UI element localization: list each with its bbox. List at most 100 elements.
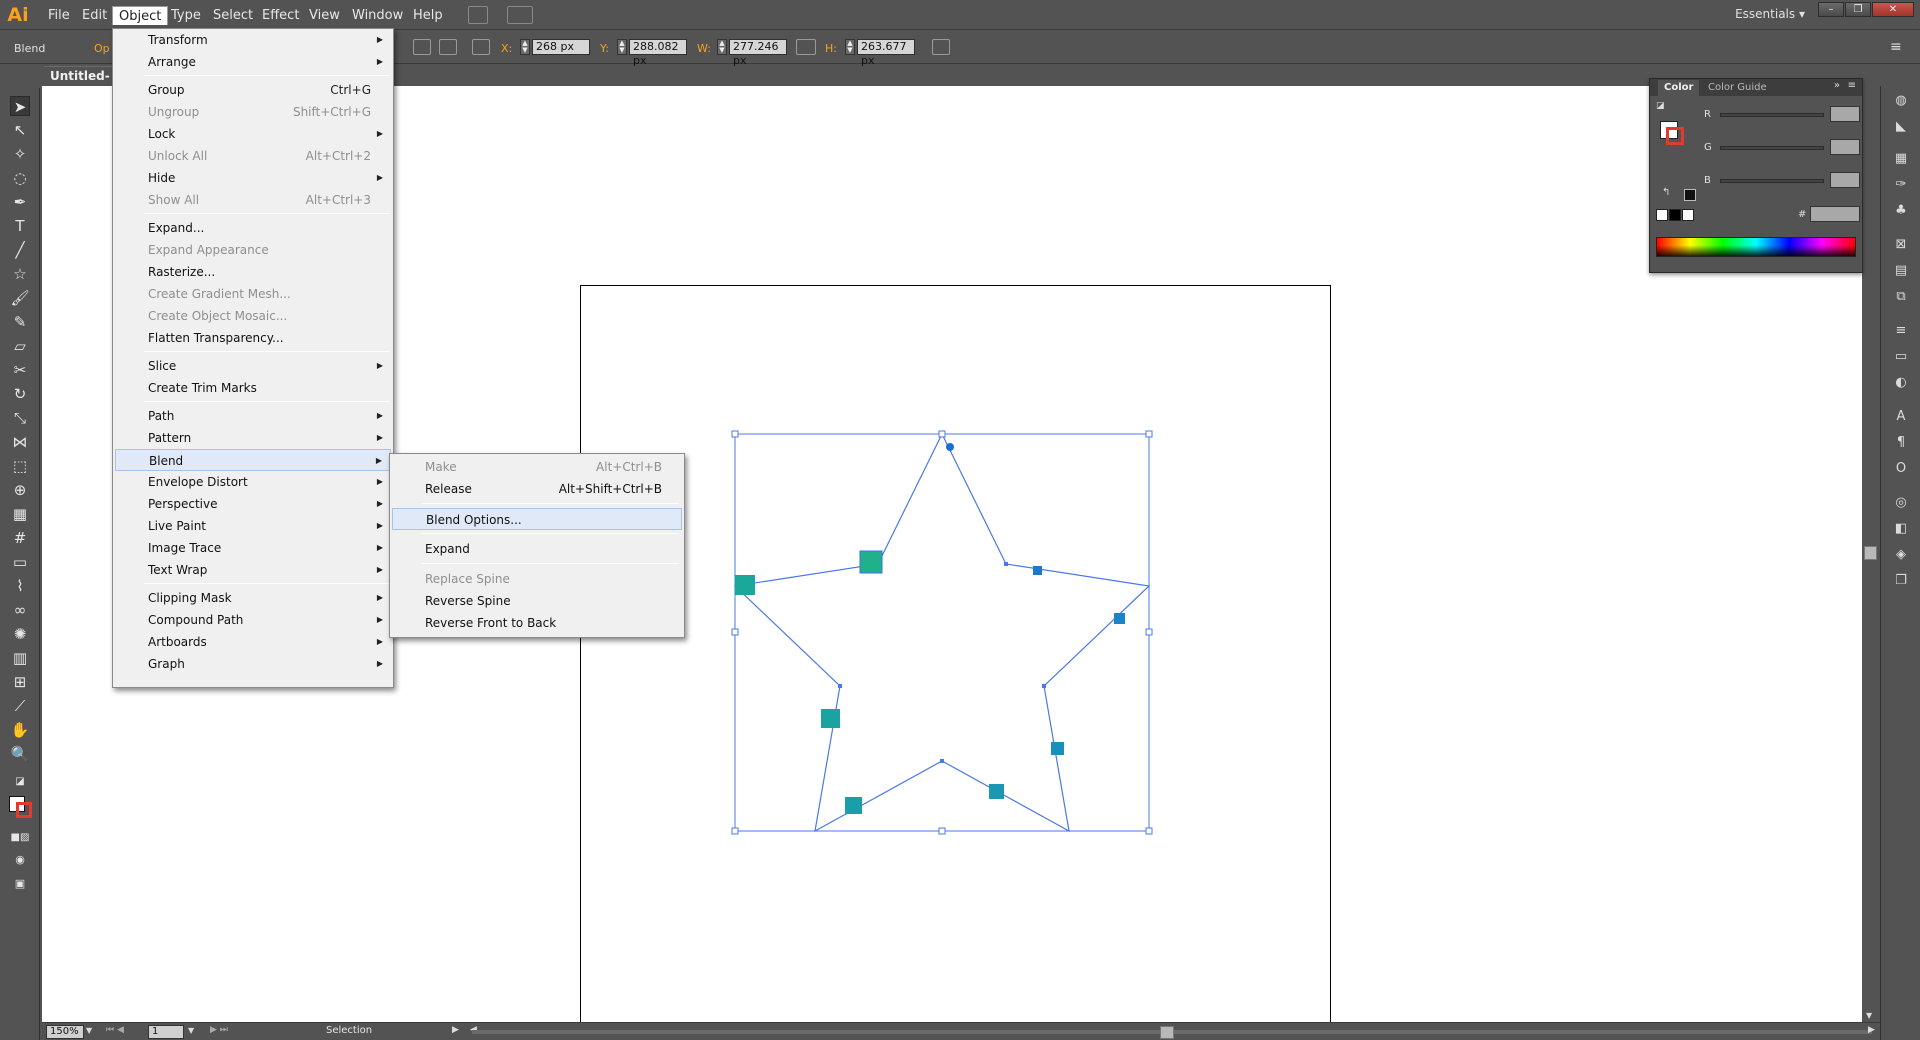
width-tool-icon[interactable]: ⋈ [10,432,30,452]
color-guide-panel-icon[interactable]: ◣ [1892,118,1910,136]
object-menu-item-graph[interactable]: Graph ▶ [115,653,391,675]
star-tool-icon[interactable]: ☆ [10,264,30,284]
stroke-swatch[interactable] [16,802,32,818]
artboards-panel-icon[interactable]: ❐ [1892,572,1910,590]
scissors-tool-icon[interactable]: ✂ [10,360,30,380]
mesh-tool-icon[interactable]: # [10,528,30,548]
menu-edit[interactable]: Edit [76,6,113,25]
object-menu-item-live-paint[interactable]: Live Paint ▶ [115,515,391,537]
color-mode-icons[interactable]: ■▨ [10,828,30,848]
appearance-panel-icon[interactable]: ◎ [1892,494,1910,512]
blend-menu-item-release[interactable]: Release Alt+Shift+Ctrl+B [392,478,682,500]
menu-object[interactable]: Object [112,6,169,25]
default-colors-icon[interactable]: ◪ [1656,101,1665,111]
arrange-documents-icon[interactable] [507,6,533,24]
transparency-panel-icon[interactable]: ◐ [1892,374,1910,392]
document-tab[interactable]: Untitled-1* [44,66,116,101]
object-menu-item-blend[interactable]: Blend ▶ [115,449,391,471]
object-menu-item-flatten-transparency[interactable]: Flatten Transparency... [115,327,391,349]
channel-b-slider[interactable] [1720,179,1824,183]
zoom-tool-icon[interactable]: 🔍 [10,744,30,764]
artboard-tool-icon[interactable]: ⊞ [10,672,30,692]
blend-menu-item-reverse-front-to-back[interactable]: Reverse Front to Back [392,612,682,634]
close-button[interactable]: ✕ [1872,2,1914,17]
free-transform-tool-icon[interactable]: ⬚ [10,456,30,476]
menu-type[interactable]: Type [165,6,207,25]
object-menu-item-path[interactable]: Path ▶ [115,405,391,427]
object-menu-item-arrange[interactable]: Arrange ▶ [115,51,391,73]
brushes-panel-icon[interactable]: ✑ [1892,176,1910,194]
object-menu-item-lock[interactable]: Lock ▶ [115,123,391,145]
object-menu-item-image-trace[interactable]: Image Trace ▶ [115,537,391,559]
line-tool-icon[interactable]: ╱ [10,240,30,260]
restore-button[interactable]: ❐ [1845,2,1871,17]
lasso-tool-icon[interactable]: ◌ [10,168,30,188]
stroke-panel-icon[interactable]: ≡ [1892,322,1910,340]
artboard-nav-next-icon[interactable]: ▶ ⏭ [210,1025,228,1035]
magic-wand-tool-icon[interactable]: ✧ [10,144,30,164]
object-menu-item-pattern[interactable]: Pattern ▶ [115,427,391,449]
vertical-scrollbar[interactable]: ▼ [1862,86,1880,1022]
menu-help[interactable]: Help [407,6,449,25]
symbols-panel-icon[interactable]: ♣ [1892,202,1910,220]
hand-tool-icon[interactable]: ✋ [10,720,30,740]
artboard-nav-prev-icon[interactable]: ⏮ ◀ [106,1025,124,1035]
y-field[interactable]: 288.082 px [629,39,687,67]
color-spectrum[interactable] [1656,237,1856,257]
blend-menu-item-expand[interactable]: Expand [392,538,682,560]
symbol-sprayer-tool-icon[interactable]: ✺ [10,624,30,644]
opacity-label[interactable]: Op [94,42,110,55]
x-field[interactable]: 268 px [532,39,590,55]
menu-select[interactable]: Select [207,6,259,25]
object-menu-item-rasterize[interactable]: Rasterize... [115,261,391,283]
pen-tool-icon[interactable]: ✒ [10,192,30,212]
gradient-tool-icon[interactable]: ▭ [10,552,30,572]
menu-file[interactable]: File [42,6,76,25]
channel-g-value[interactable] [1830,139,1860,155]
swap-colors-icon[interactable]: ↰ [1662,187,1670,198]
character-panel-icon[interactable]: A [1892,408,1910,426]
slice-tool-icon[interactable]: ⟋ [10,696,30,716]
reference-point-icon[interactable] [472,39,490,55]
y-stepper[interactable]: ▲ ▼ [617,39,627,55]
object-menu-item-create-trim-marks[interactable]: Create Trim Marks [115,377,391,399]
last-color-swatch[interactable] [1684,189,1696,201]
menu-view[interactable]: View [303,6,346,25]
object-menu-item-perspective[interactable]: Perspective ▶ [115,493,391,515]
blend-menu-item-reverse-spine[interactable]: Reverse Spine [392,590,682,612]
transform-panel-icon[interactable]: ⊠ [1892,236,1910,254]
scale-tool-icon[interactable]: ⤡ [10,408,30,428]
object-menu-item-expand[interactable]: Expand... [115,217,391,239]
w-stepper[interactable]: ▲ ▼ [717,39,727,55]
object-menu-item-clipping-mask[interactable]: Clipping Mask ▶ [115,587,391,609]
eyedropper-tool-icon[interactable]: ⌇ [10,576,30,596]
swatches-panel-icon[interactable]: ▦ [1892,150,1910,168]
constrain-link-icon[interactable] [796,39,816,55]
screen-mode-icon[interactable]: ▣ [10,874,30,894]
rotate-tool-icon[interactable]: ↻ [10,384,30,404]
channel-r-value[interactable] [1830,106,1860,122]
pathfinder-panel-icon[interactable]: ⧉ [1892,288,1910,306]
h-field[interactable]: 263.677 px [857,39,915,67]
panel-collapse-icon[interactable]: » [1834,80,1840,91]
x-stepper[interactable]: ▲ ▼ [520,39,530,55]
h-stepper[interactable]: ▲ ▼ [845,39,855,55]
align-center-icon[interactable] [439,39,457,55]
selection-tool-icon[interactable]: ➤ [10,96,30,116]
w-field[interactable]: 277.246 px [729,39,787,67]
artboard-dropdown-icon[interactable]: ▼ [188,1026,194,1035]
vertical-scroll-thumb[interactable] [1864,546,1877,560]
status-menu-arrow-icon[interactable]: ▶ [452,1025,459,1035]
color-stroke-swatch[interactable] [1666,127,1684,145]
object-menu-item-compound-path[interactable]: Compound Path ▶ [115,609,391,631]
scroll-down-icon[interactable]: ▼ [1866,1011,1872,1020]
blend-menu-item-blend-options[interactable]: Blend Options... [392,508,682,530]
perspective-grid-tool-icon[interactable]: ▦ [10,504,30,524]
gradient-panel-icon[interactable]: ▭ [1892,348,1910,366]
eraser-tool-icon[interactable]: ▱ [10,336,30,356]
default-fill-stroke-icon[interactable]: ◪ [10,772,30,792]
minimize-button[interactable]: – [1818,2,1844,17]
paragraph-panel-icon[interactable]: ¶ [1892,434,1910,452]
panel-menu-icon[interactable]: ≡ [1890,39,1902,55]
object-menu-item-artboards[interactable]: Artboards ▶ [115,631,391,653]
